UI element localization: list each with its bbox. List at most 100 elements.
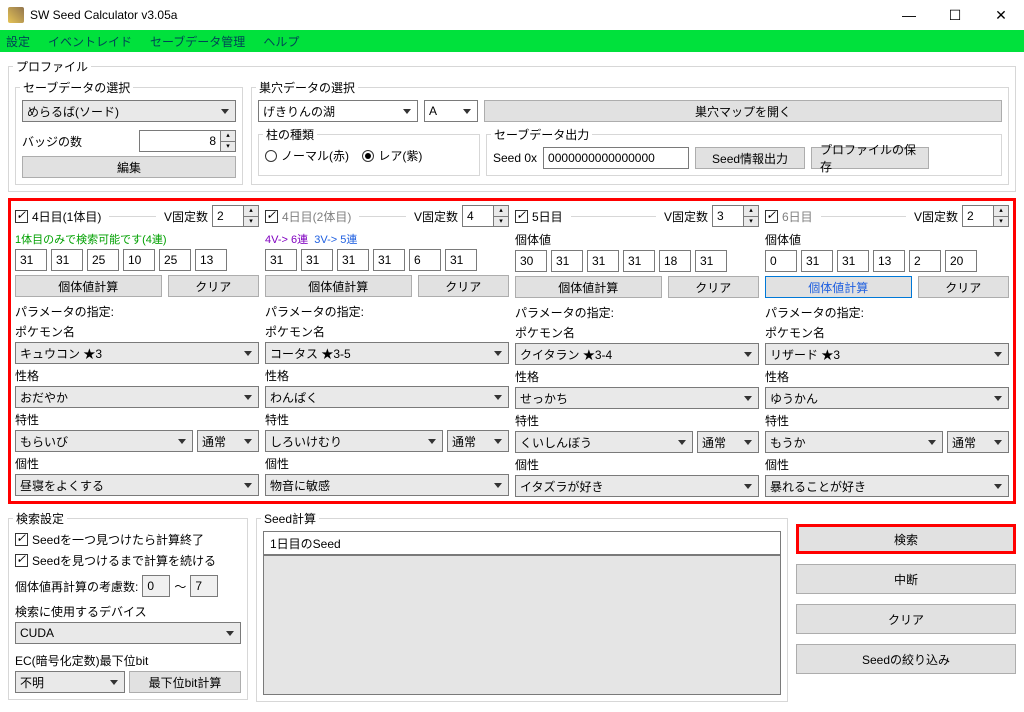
day-enable-checkbox[interactable] [765,210,778,223]
den-slot-select[interactable]: A [424,100,478,122]
badges-input[interactable] [139,130,221,152]
maximize-button[interactable]: ☐ [932,0,978,30]
pokemon-select[interactable]: リザード ★3 [765,343,1009,365]
iv-input-4[interactable] [659,250,691,272]
pillar-rare-radio[interactable]: レア(紫) [362,147,422,164]
seed-first-day: 1日目のSeed [263,531,781,555]
ability-select[interactable]: もうか [765,431,943,453]
seed-output-button[interactable]: Seed情報出力 [695,147,805,169]
iv-input-5[interactable] [445,249,477,271]
ability-slot-select[interactable]: 通常 [197,430,259,452]
iv-clear-button[interactable]: クリア [168,275,259,297]
vfix-spinner[interactable]: ▴▾ [244,205,259,227]
pokemon-select[interactable]: クイタラン ★3-4 [515,343,759,365]
keep-searching-checkbox[interactable]: Seedを見つけるまで計算を続ける [15,552,216,569]
day-enable-checkbox[interactable] [265,210,278,223]
save-profile-button[interactable]: プロファイルの保存 [811,147,929,169]
iv-input-4[interactable] [409,249,441,271]
ability-slot-select[interactable]: 通常 [447,430,509,452]
recalc-to-input[interactable] [190,575,218,597]
iv-input-3[interactable] [373,249,405,271]
iv-input-3[interactable] [873,250,905,272]
nature-select[interactable]: ゆうかん [765,387,1009,409]
ec-calc-button[interactable]: 最下位bit計算 [129,671,241,693]
ability-slot-select[interactable]: 通常 [697,431,759,453]
ability-select[interactable]: しろいけむり [265,430,443,452]
nature-select[interactable]: おだやか [15,386,259,408]
iv-input-5[interactable] [945,250,977,272]
ability-select[interactable]: もらいび [15,430,193,452]
vfix-spinner[interactable]: ▴▾ [994,205,1009,227]
iv-input-5[interactable] [195,249,227,271]
pillar-normal-radio[interactable]: ノーマル(赤) [265,147,349,164]
device-select[interactable]: CUDA [15,622,241,644]
menu-savedata[interactable]: セーブデータ管理 [150,33,245,50]
open-den-map-button[interactable]: 巣穴マップを開く [484,100,1002,122]
savedata-select[interactable]: めらるば(ソード) [22,100,236,122]
close-button[interactable]: ✕ [978,0,1024,30]
day-enable-checkbox[interactable] [15,210,28,223]
savedata-legend: セーブデータの選択 [20,79,133,96]
characteristic-select[interactable]: 物音に敏感 [265,474,509,496]
search-button[interactable]: 検索 [796,524,1016,554]
pokemon-label: ポケモン名 [265,323,509,340]
badges-spinner[interactable]: ▴▾ [221,130,236,152]
minimize-button[interactable]: — [886,0,932,30]
iv-calc-button[interactable]: 個体値計算 [265,275,412,297]
iv-input-0[interactable] [765,250,797,272]
recalc-from-input[interactable] [142,575,170,597]
iv-input-1[interactable] [51,249,83,271]
day-enable-checkbox[interactable] [515,210,528,223]
menu-eventraid[interactable]: イベントレイド [48,33,132,50]
narrow-seed-button[interactable]: Seedの絞り込み [796,644,1016,674]
ability-slot-select[interactable]: 通常 [947,431,1009,453]
iv-clear-button[interactable]: クリア [918,276,1009,298]
iv-calc-button[interactable]: 個体値計算 [15,275,162,297]
iv-input-2[interactable] [587,250,619,272]
iv-input-0[interactable] [15,249,47,271]
vfix-input[interactable] [712,205,744,227]
den-location-select[interactable]: げきりんの湖 [258,100,418,122]
vfix-spinner[interactable]: ▴▾ [494,205,509,227]
vfix-spinner[interactable]: ▴▾ [744,205,759,227]
vfix-input[interactable] [962,205,994,227]
characteristic-select[interactable]: イタズラが好き [515,475,759,497]
iv-input-5[interactable] [695,250,727,272]
iv-clear-button[interactable]: クリア [668,276,759,298]
edit-savedata-button[interactable]: 編集 [22,156,236,178]
stop-on-first-checkbox[interactable]: Seedを一つ見つけたら計算終了 [15,531,204,548]
ability-label: 特性 [515,412,759,429]
nature-select[interactable]: わんぱく [265,386,509,408]
iv-input-4[interactable] [159,249,191,271]
characteristic-select[interactable]: 昼寝をよくする [15,474,259,496]
menu-help[interactable]: ヘルプ [263,33,299,50]
iv-input-1[interactable] [551,250,583,272]
vfix-input[interactable] [462,205,494,227]
iv-input-0[interactable] [265,249,297,271]
abort-button[interactable]: 中断 [796,564,1016,594]
iv-clear-button[interactable]: クリア [418,275,509,297]
clear-results-button[interactable]: クリア [796,604,1016,634]
seed-input[interactable] [543,147,689,169]
iv-input-2[interactable] [337,249,369,271]
iv-input-1[interactable] [801,250,833,272]
ec-label: EC(暗号化定数)最下位bit [15,652,241,669]
iv-input-1[interactable] [301,249,333,271]
nature-select[interactable]: せっかち [515,387,759,409]
vfix-input[interactable] [212,205,244,227]
iv-input-2[interactable] [837,250,869,272]
iv-input-2[interactable] [87,249,119,271]
iv-input-0[interactable] [515,250,547,272]
iv-calc-button[interactable]: 個体値計算 [765,276,912,298]
pokemon-select[interactable]: コータス ★3-5 [265,342,509,364]
iv-calc-button[interactable]: 個体値計算 [515,276,662,298]
menu-settings[interactable]: 設定 [6,33,30,50]
characteristic-select[interactable]: 暴れることが好き [765,475,1009,497]
iv-input-3[interactable] [623,250,655,272]
ec-select[interactable]: 不明 [15,671,125,693]
pokemon-select[interactable]: キュウコン ★3 [15,342,259,364]
ability-label: 特性 [265,411,509,428]
iv-input-3[interactable] [123,249,155,271]
iv-input-4[interactable] [909,250,941,272]
ability-select[interactable]: くいしんぼう [515,431,693,453]
